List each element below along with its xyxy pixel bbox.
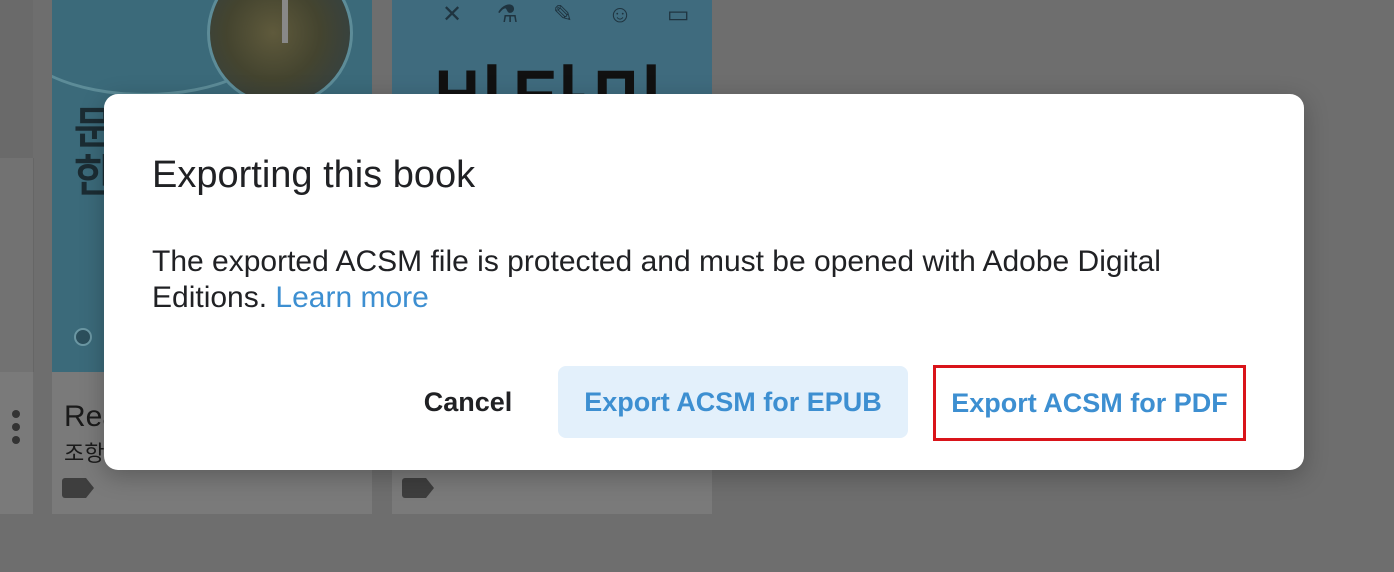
dialog-message: The exported ACSM file is protected and … [152,244,1252,316]
export-acsm-pdf-button[interactable]: Export ACSM for PDF [933,365,1246,441]
cover-doodles: ✕ ⚗ ✎ ☺ ▭ [442,1,704,28]
dialog-title: Exporting this book [152,154,476,196]
export-acsm-epub-button[interactable]: Export ACSM for EPUB [558,366,908,438]
more-options-icon[interactable] [12,410,22,449]
book-card-partial [0,0,34,514]
tag-icon[interactable] [62,478,94,498]
tag-icon[interactable] [402,478,434,498]
book-cover-partial-top [0,0,33,158]
export-dialog: Exporting this book The exported ACSM fi… [104,94,1304,470]
book-author: 조항 [64,441,105,466]
book-cover-partial [0,158,34,372]
cover-photo [207,0,353,106]
library-page: 문 한 Rea 조항 ✕ ⚗ ✎ ☺ ▭ 비타민 ●●● Exporting t… [0,0,1394,572]
cover-dot [74,328,92,346]
cancel-button[interactable]: Cancel [404,366,532,438]
learn-more-link[interactable]: Learn more [275,281,428,314]
